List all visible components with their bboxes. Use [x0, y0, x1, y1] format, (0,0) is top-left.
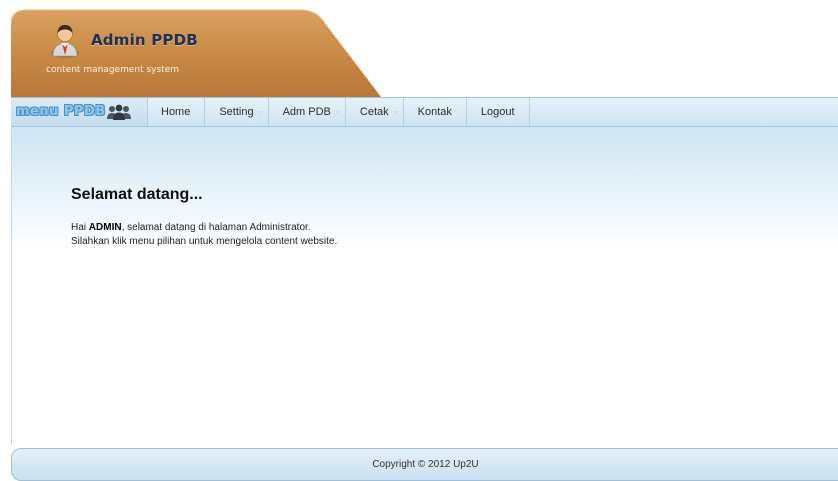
menu-item-label: Home	[161, 106, 191, 118]
menu-item-label: Adm PDB	[282, 106, 331, 118]
menu-item-cetak[interactable]: Cetak	[346, 98, 404, 126]
menu-item-label: Logout	[480, 106, 515, 118]
people-icon	[107, 104, 131, 120]
app-title: Admin PPDB	[91, 31, 198, 49]
app-subtitle: content management system	[46, 65, 180, 75]
admin-avatar-icon	[51, 25, 79, 58]
welcome-message: Hai ADMIN, selamat datang di halaman Adm…	[71, 222, 311, 233]
dropdown-caret-icon	[257, 111, 264, 114]
menu-logo-text: menu PPDB	[16, 104, 106, 119]
menu-items: Home Setting Adm PDB Cetak Kontak Logout	[147, 98, 530, 126]
page-header: Admin PPDB content management system	[0, 0, 838, 97]
menu-item-adm-pdb[interactable]: Adm PDB	[269, 98, 346, 126]
menu-logo: menu PPDB	[11, 98, 148, 126]
admin-username: ADMIN	[88, 222, 122, 233]
menu-item-kontak[interactable]: Kontak	[404, 98, 467, 126]
copyright-text: Copyright © 2012 Up2U	[372, 459, 479, 470]
welcome-heading: Selamat datang...	[71, 186, 203, 203]
menu-item-label: Kontak	[417, 106, 452, 118]
menu-item-logout[interactable]: Logout	[467, 98, 530, 126]
menu-item-home[interactable]: Home	[147, 98, 206, 126]
menu-item-label: Setting	[219, 106, 254, 118]
welcome-instruction: Silahkan klik menu pilihan untuk mengelo…	[71, 236, 338, 247]
welcome-suffix: , selamat datang di halaman Administrato…	[121, 222, 311, 233]
main-content: Selamat datang... Hai ADMIN, selamat dat…	[11, 127, 838, 444]
page-footer: Copyright © 2012 Up2U	[11, 448, 838, 481]
menu-item-setting[interactable]: Setting	[205, 98, 269, 126]
menu-item-label: Cetak	[359, 106, 389, 118]
dropdown-caret-icon	[392, 111, 399, 114]
main-menu-bar: menu PPDB Home Setting Adm PDB Cetak Kon…	[11, 97, 838, 127]
welcome-prefix: Hai	[71, 222, 89, 233]
dropdown-caret-icon	[334, 111, 341, 114]
